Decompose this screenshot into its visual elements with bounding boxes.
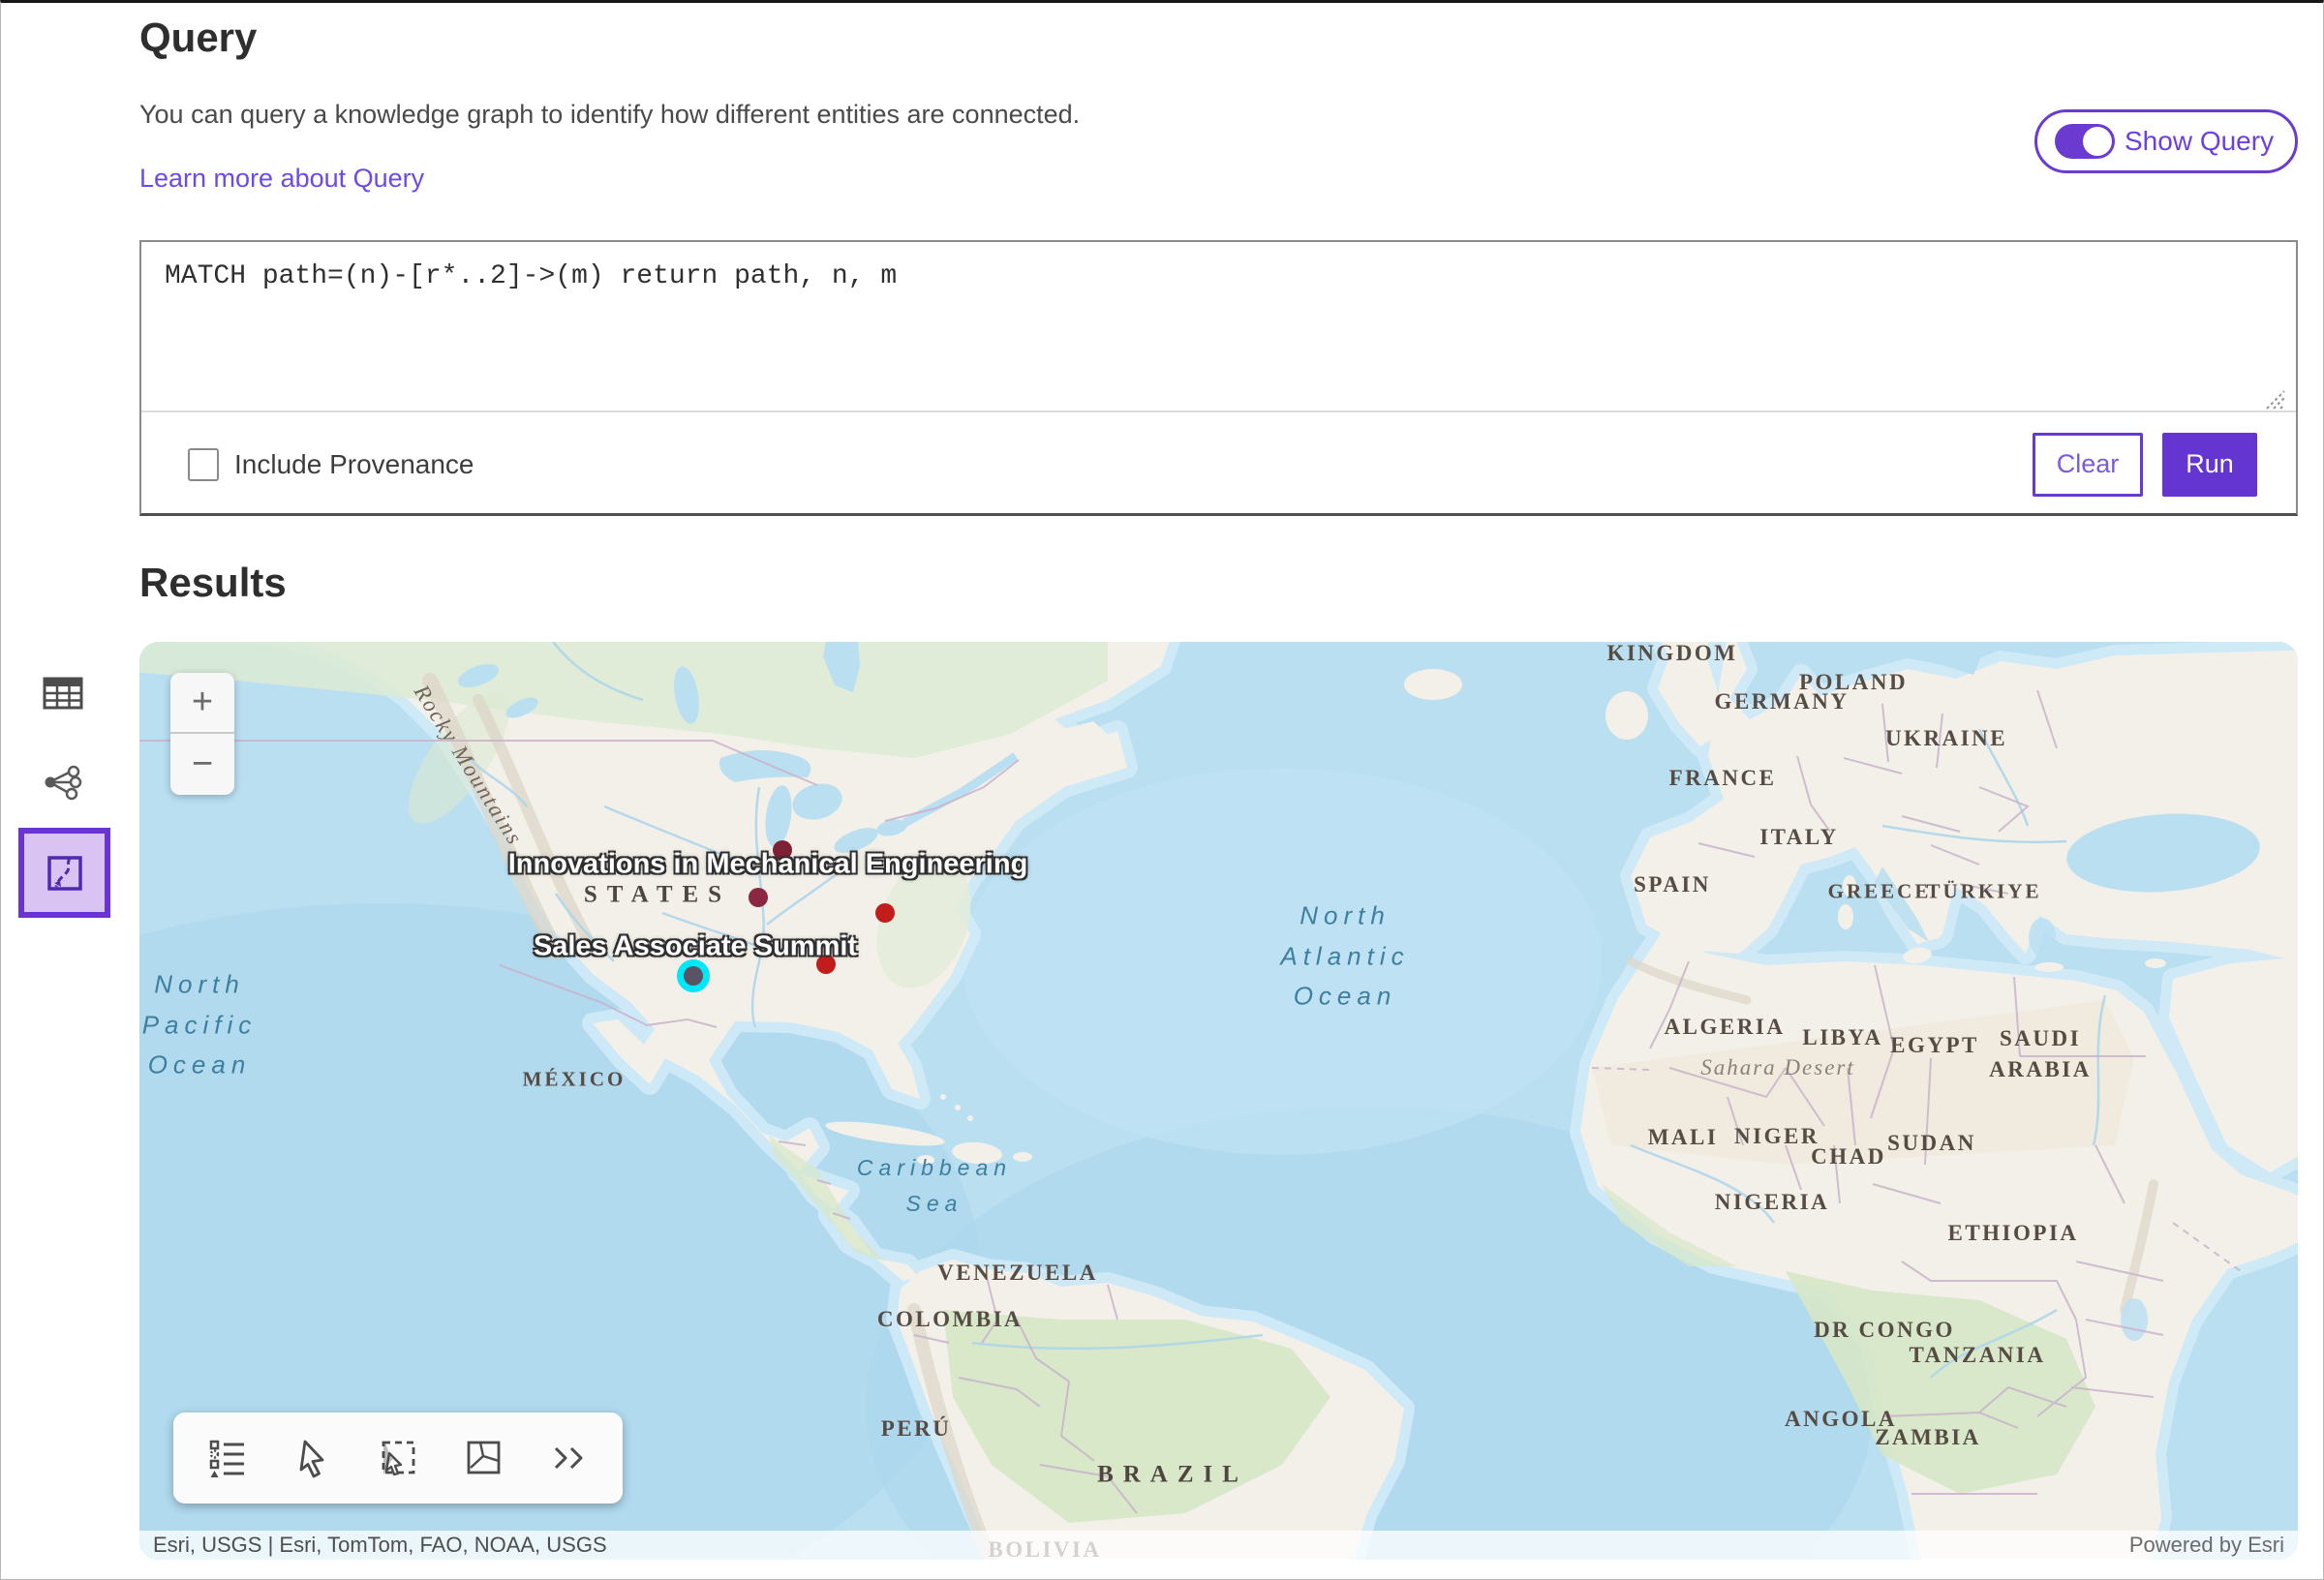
link-chart-view-button[interactable] [26,752,100,812]
map-view-button[interactable] [18,828,110,918]
double-chevron-icon [546,1441,591,1475]
map-label-greece: GREECE [1828,877,1932,905]
map-label-niger: NIGER [1734,1121,1819,1152]
result-label-innovations: Innovations in Mechanical Engineering [508,849,1028,881]
legend-icon [205,1436,250,1480]
app-window: Query You can query a knowledge graph to… [0,0,2324,1580]
map-attribution: Esri, USGS | Esri, TomTom, FAO, NOAA, US… [139,1531,2298,1560]
query-description: You can query a knowledge graph to ident… [139,100,1080,130]
result-label-sales: Sales Associate Summit [534,931,857,963]
select-polygon-icon [461,1436,505,1480]
select-by-polygon-button[interactable] [454,1429,512,1487]
include-provenance-label: Include Provenance [234,449,474,480]
zoom-out-button[interactable]: − [170,734,234,795]
map-label-mexico: MÉXICO [523,1065,627,1093]
map-label-north-atlantic-ocean: North Atlantic Ocean [1280,896,1409,1018]
map-label-chad: CHAD [1811,1141,1886,1172]
include-provenance-checkbox[interactable] [188,448,219,481]
map-canvas[interactable]: KINGDOM POLAND GERMANY UKRAINE FRANCE IT… [139,642,2298,1560]
map-label-egypt: EGYPT [1890,1030,1979,1061]
show-query-label: Show Query [2125,126,2274,157]
map-label-nigeria: NIGERIA [1715,1187,1829,1218]
table-icon [42,674,84,713]
run-button[interactable]: Run [2162,433,2257,497]
map-label-algeria: ALGERIA [1665,1012,1786,1043]
clear-button[interactable]: Clear [2033,433,2143,497]
results-title: Results [139,560,287,606]
select-rectangle-icon [376,1436,420,1480]
map-point[interactable] [749,888,768,907]
attribution-powered-by: Powered by Esri [2129,1533,2284,1558]
map-label-mali: MALI [1648,1122,1719,1153]
page-title: Query [139,15,257,61]
map-label-germany: GERMANY [1715,686,1850,717]
map-label-france: FRANCE [1669,763,1777,794]
map-label-brazil: BRAZIL [1097,1458,1248,1492]
query-panel: MATCH path=(n)-[r*..2]->(m) return path,… [139,240,2298,516]
toolbar-expand-button[interactable] [539,1429,597,1487]
map-label-north-pacific-ocean: North Pacific Ocean [142,965,258,1086]
zoom-in-button[interactable]: + [170,673,234,734]
map-label-spain: SPAIN [1634,869,1711,900]
attribution-sources: Esri, USGS | Esri, TomTom, FAO, NOAA, US… [153,1533,607,1558]
map-label-tanzania: TANZANIA [1910,1340,2046,1371]
map-point-selected[interactable] [684,966,703,986]
resize-handle-icon[interactable] [2261,385,2286,410]
pointer-select-button[interactable] [284,1429,342,1487]
map-label-sudan: SUDAN [1887,1128,1976,1159]
map-label-zambia: ZAMBIA [1875,1422,1981,1453]
map-label-saudi-arabia: SAUDI ARABIA [1989,1023,2092,1085]
map-icon [43,851,87,896]
link-chart-icon [42,764,84,801]
show-query-toggle[interactable]: Show Query [2034,109,2298,173]
query-footer: Include Provenance Clear Run [141,414,2296,514]
zoom-control: + − [170,673,234,795]
toggle-knob [2083,127,2112,156]
map-label-libya: LIBYA [1802,1022,1882,1053]
query-input[interactable]: MATCH path=(n)-[r*..2]->(m) return path,… [141,242,2296,412]
cursor-icon [293,1437,332,1479]
map-label-venezuela: VENEZUELA [937,1258,1098,1289]
table-view-button[interactable] [26,663,100,723]
toggle-switch-icon[interactable] [2055,124,2115,159]
map-label-turkiye: TÜRKIYE [1926,877,2041,905]
map-label-italy: ITALY [1759,822,1839,853]
map-label-colombia: COLOMBIA [877,1304,1023,1335]
learn-more-link[interactable]: Learn more about Query [139,164,424,194]
select-by-rectangle-button[interactable] [369,1429,427,1487]
map-label-sahara-desert: Sahara Desert [1700,1055,1855,1080]
map-point[interactable] [875,903,895,923]
map-label-peru: PERÚ [881,1413,952,1444]
map-label-states: STATES [584,878,731,912]
map-label-caribbean-sea: Caribbean Sea [857,1150,1012,1222]
map-label-ethiopia: ETHIOPIA [1947,1218,2078,1249]
map-toolbar [173,1413,623,1504]
map-label-kingdom: KINGDOM [1606,642,1737,669]
legend-button[interactable] [199,1429,257,1487]
map-label-ukraine: UKRAINE [1885,723,2007,754]
